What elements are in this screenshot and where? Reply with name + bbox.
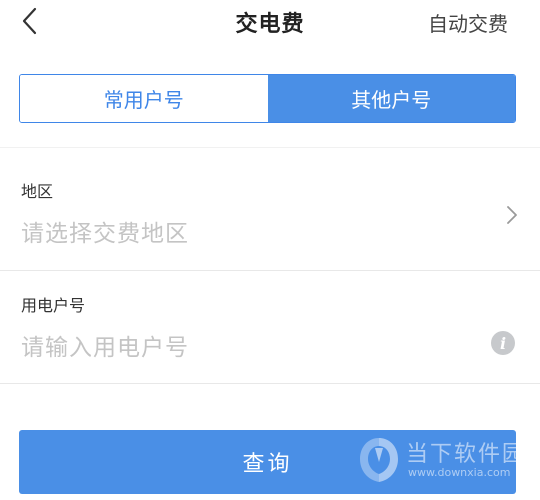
region-label: 地区	[21, 182, 54, 201]
divider	[0, 147, 540, 148]
divider	[0, 383, 540, 384]
account-label: 用电户号	[21, 296, 86, 315]
chevron-right-icon	[507, 206, 517, 224]
query-button[interactable]: 查询	[19, 430, 516, 494]
region-placeholder: 请选择交费地区	[21, 221, 189, 247]
account-input[interactable]: 请输入用电户号	[21, 328, 189, 362]
header-bar: 交电费 自动交费	[0, 0, 540, 44]
region-selector[interactable]	[0, 150, 540, 268]
account-type-tabs: 常用户号 其他户号	[19, 74, 516, 123]
auto-pay-link[interactable]: 自动交费	[428, 8, 508, 37]
pay-electricity-page: 交电费 自动交费 常用户号 其他户号 地区 请选择交费地区 用电户号 请输入用电…	[0, 0, 540, 500]
info-icon[interactable]: i	[491, 331, 515, 355]
tab-other-account[interactable]: 其他户号	[267, 75, 515, 122]
tab-common-account[interactable]: 常用户号	[20, 75, 268, 122]
divider	[0, 270, 540, 271]
